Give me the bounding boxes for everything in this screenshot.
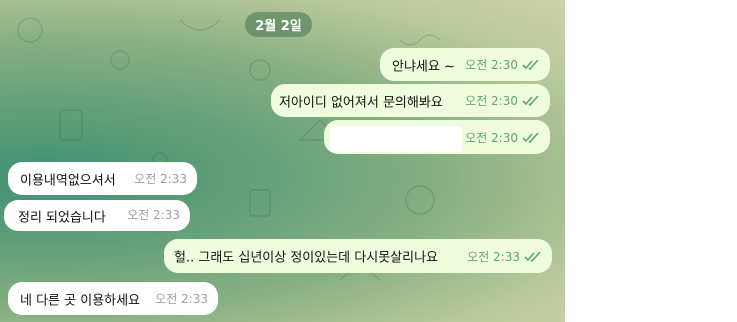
message-bubble-outgoing[interactable]: 안냐세요 ~ 오전 2:30 xyxy=(380,48,550,81)
chat-area: 2월 2일 안냐세요 ~ 오전 2:30 저아이디 없어져서 문의해봐요 오전 … xyxy=(0,0,565,322)
double-check-icon xyxy=(522,59,539,70)
message-text: 정리 되었습니다 xyxy=(18,210,106,225)
message-text: 저아이디 없어져서 문의해봐요 xyxy=(279,95,443,110)
message-bubble-incoming[interactable]: 네 다른 곳 이용하세요 오전 2:33 xyxy=(8,282,218,315)
redacted-content xyxy=(330,126,462,152)
message-bubble-incoming[interactable]: 정리 되었습니다 오전 2:33 xyxy=(4,200,190,231)
message-time: 오전 2:30 xyxy=(465,58,518,72)
message-time: 오전 2:33 xyxy=(134,172,187,186)
message-text: 네 다른 곳 이용하세요 xyxy=(20,293,141,308)
message-text: 안냐세요 ~ xyxy=(392,59,455,74)
double-check-icon xyxy=(522,132,539,143)
message-text: 헐.. 그래도 십년이상 정이있는데 다시못살리나요 xyxy=(174,250,438,266)
message-time: 오전 2:30 xyxy=(465,94,518,108)
message-bubble-outgoing[interactable]: 저아이디 없어져서 문의해봐요 오전 2:30 xyxy=(271,84,550,117)
message-time: 오전 2:33 xyxy=(467,250,520,264)
message-time: 오전 2:33 xyxy=(127,208,180,222)
message-bubble-incoming[interactable]: 이용내역없으셔서 오전 2:33 xyxy=(8,162,197,195)
message-time: 오전 2:30 xyxy=(465,131,518,145)
double-check-icon xyxy=(524,251,541,262)
message-bubble-outgoing[interactable]: 오전 2:30 xyxy=(324,120,550,154)
date-pill[interactable]: 2월 2일 xyxy=(245,12,312,37)
message-time: 오전 2:33 xyxy=(155,292,208,306)
message-bubble-outgoing[interactable]: 헐.. 그래도 십년이상 정이있는데 다시못살리나요 오전 2:33 xyxy=(164,239,552,273)
message-text: 이용내역없으셔서 xyxy=(20,173,116,188)
double-check-icon xyxy=(522,95,539,106)
